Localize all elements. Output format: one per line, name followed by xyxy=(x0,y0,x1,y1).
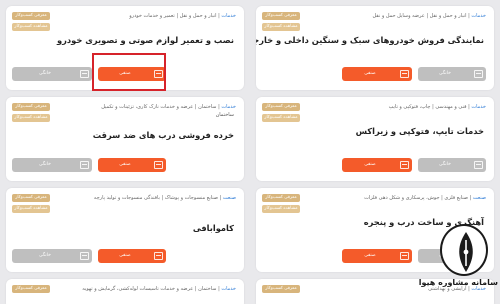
category-link[interactable]: خدمات xyxy=(471,13,486,19)
intro-badge[interactable]: معرفی کسب‌وکار xyxy=(12,103,50,111)
pen-nib-icon xyxy=(459,232,473,272)
home-icon xyxy=(80,161,89,169)
guild-button[interactable]: صنفی xyxy=(342,67,412,81)
business-card[interactable]: خدمات | فنی و مهندسی | چاپ، فتوکپی و تای… xyxy=(256,97,494,181)
view-badge[interactable]: مشاهده کسب‌وکار xyxy=(262,205,300,213)
logo-text: سامانه مشاوره هیوا xyxy=(418,278,498,287)
category-link[interactable]: صنعت xyxy=(473,195,486,201)
card-title[interactable]: کاموابافی xyxy=(193,223,234,233)
shop-icon xyxy=(400,161,409,169)
highlight-box xyxy=(92,53,166,91)
category-path: خدمات | فنی و مهندسی | چاپ، فتوکپی و تای… xyxy=(388,104,486,110)
view-badge[interactable]: مشاهده کسب‌وکار xyxy=(12,114,50,122)
category-sub: فنی و مهندسی | چاپ، فتوکپی و تایپ xyxy=(388,104,467,110)
guild-button-label: صنفی xyxy=(119,253,131,258)
home-icon xyxy=(474,161,483,169)
home-button[interactable]: خانگی xyxy=(12,67,92,81)
card-title[interactable]: نمایندگی فروش خودروهای سبک و سنگین داخلی… xyxy=(256,35,484,45)
category-path: صنعت | صنایع فلزی | جوش، پرسکاری و شکل د… xyxy=(364,195,486,201)
card-title[interactable]: خرده فروشی درب های ضد سرقت xyxy=(93,130,234,140)
view-badge[interactable]: مشاهده کسب‌وکار xyxy=(12,205,50,213)
business-card[interactable]: خدمات | ساختمان | عرضه و خدمات نازک کاری… xyxy=(6,97,244,181)
category-link[interactable]: خدمات xyxy=(221,104,236,110)
home-button-label: خانگی xyxy=(439,162,451,167)
category-sub: ساختمان | عرضه و خدمات نازک کاری، تزئینا… xyxy=(101,104,217,110)
category-path: خدمات | ساختمان | عرضه و خدمات نازک کاری… xyxy=(101,104,236,110)
card-title[interactable]: خدمات تایپ، فتوکپی و زیراکس xyxy=(356,126,484,136)
card-title[interactable]: نصب و تعمیر لوازم صوتی و تصویری خودرو xyxy=(57,35,234,45)
category-link[interactable]: خدمات xyxy=(221,286,236,292)
shop-icon xyxy=(154,161,163,169)
intro-badge[interactable]: معرفی کسب‌وکار xyxy=(262,194,300,202)
intro-badge[interactable]: معرفی کسب‌وکار xyxy=(262,103,300,111)
logo-emblem xyxy=(440,224,488,276)
intro-badge[interactable]: معرفی کسب‌وکار xyxy=(12,285,50,293)
shop-icon xyxy=(400,70,409,78)
watermark-logo: سامانه مشاوره هیوا xyxy=(412,222,500,304)
guild-button-label: صنفی xyxy=(364,162,376,167)
category-sub: انبار و حمل و نقل | عرضه وسایل حمل و نقل xyxy=(372,13,467,19)
guild-button[interactable]: صنفی xyxy=(342,158,412,172)
category-sub: ساختمان | عرضه و خدمات تاسیسات لوله‌کشی،… xyxy=(82,286,217,292)
intro-badge[interactable]: معرفی کسب‌وکار xyxy=(12,194,50,202)
home-button-label: خانگی xyxy=(39,162,51,167)
business-card[interactable]: خدمات | ساختمان | عرضه و خدمات تاسیسات ل… xyxy=(6,279,244,304)
guild-button-label: صنفی xyxy=(119,162,131,167)
home-button[interactable]: خانگی xyxy=(12,249,92,263)
home-button[interactable]: خانگی xyxy=(12,158,92,172)
category-link[interactable]: خدمات xyxy=(221,13,236,19)
view-badge[interactable]: مشاهده کسب‌وکار xyxy=(12,23,50,31)
guild-button[interactable]: صنفی xyxy=(98,158,166,172)
category-link[interactable]: صنعت xyxy=(223,195,236,201)
shop-icon xyxy=(400,252,409,260)
business-card[interactable]: خدمات | انبار و حمل و نقل | عرضه وسایل ح… xyxy=(256,6,494,90)
home-button[interactable]: خانگی xyxy=(418,158,486,172)
home-button-label: خانگی xyxy=(39,253,51,258)
category-path: خدمات | انبار و حمل و نقل | عرضه وسایل ح… xyxy=(372,13,486,19)
home-button-label: خانگی xyxy=(439,71,451,76)
view-badge[interactable]: مشاهده کسب‌وکار xyxy=(262,23,300,31)
intro-badge[interactable]: معرفی کسب‌وکار xyxy=(262,285,300,293)
home-button[interactable]: خانگی xyxy=(418,67,486,81)
category-sub: صنایع منسوجات و پوشاک | بافندگی منسوجات … xyxy=(93,195,219,201)
category-path: خدمات | انبار و حمل و نقل | تعمیر و خدما… xyxy=(129,13,236,19)
category-sub-continued: ساختمان xyxy=(215,112,234,118)
guild-button-label: صنفی xyxy=(364,71,376,76)
home-button-label: خانگی xyxy=(39,71,51,76)
view-badge[interactable]: مشاهده کسب‌وکار xyxy=(262,114,300,122)
intro-badge[interactable]: معرفی کسب‌وکار xyxy=(262,12,300,20)
guild-button[interactable]: صنفی xyxy=(98,249,166,263)
category-sub: انبار و حمل و نقل | تعمیر و خدمات خودرو xyxy=(129,13,217,19)
category-path: خدمات | ساختمان | عرضه و خدمات تاسیسات ل… xyxy=(82,286,236,292)
home-icon xyxy=(80,70,89,78)
business-card[interactable]: صنعت | صنایع منسوجات و پوشاک | بافندگی م… xyxy=(6,188,244,272)
category-sub: صنایع فلزی | جوش، پرسکاری و شکل دهی فلزا… xyxy=(364,195,469,201)
shop-icon xyxy=(154,252,163,260)
category-link[interactable]: خدمات xyxy=(471,104,486,110)
home-icon xyxy=(474,70,483,78)
guild-button[interactable]: صنفی xyxy=(342,249,412,263)
guild-button-label: صنفی xyxy=(364,253,376,258)
home-icon xyxy=(80,252,89,260)
intro-badge[interactable]: معرفی کسب‌وکار xyxy=(12,12,50,20)
category-path: صنعت | صنایع منسوجات و پوشاک | بافندگی م… xyxy=(93,195,236,201)
